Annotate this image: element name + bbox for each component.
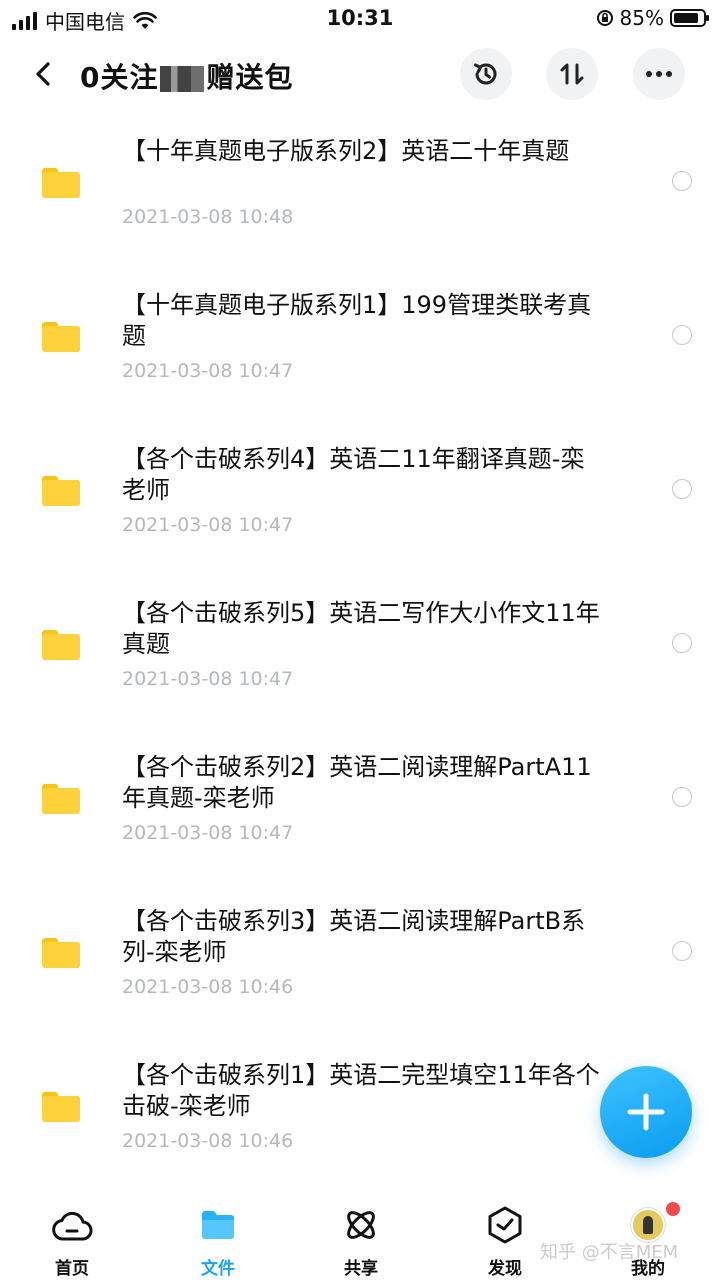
file-row[interactable]: 【十年真题电子版系列1】199管理类联考真题 2021-03-08 10:47 [0, 274, 720, 428]
file-row[interactable]: 【各个击破系列5】英语二写作大小作文11年真题 2021-03-08 10:47 [0, 582, 720, 736]
watermark: 知乎 @不言MEM [540, 1242, 679, 1263]
tab-label: 文件 [201, 1259, 235, 1279]
folder-icon [42, 322, 80, 352]
more-icon [646, 71, 672, 77]
add-button[interactable] [600, 1066, 692, 1158]
select-radio[interactable] [672, 633, 692, 653]
file-name: 【各个击破系列3】英语二阅读理解PartB系列-栾老师 [122, 907, 586, 966]
file-list: 【十年真题电子版系列2】英语二十年真题 2021-03-08 10:48 【十年… [0, 120, 720, 1198]
file-row[interactable]: 【各个击破系列2】英语二阅读理解PartA11年真题-栾老师 2021-03-0… [0, 736, 720, 890]
tab-files[interactable]: 文件 [168, 1206, 268, 1279]
file-name: 【各个击破系列5】英语二写作大小作文11年真题 [122, 599, 600, 658]
cloud-icon [52, 1211, 93, 1241]
history-icon [474, 63, 497, 85]
tab-label: 共享 [344, 1259, 378, 1279]
file-name: 【各个击破系列4】英语二11年翻译真题-栾老师 [122, 445, 585, 504]
select-radio[interactable] [672, 787, 692, 807]
battery-level [674, 13, 698, 23]
tab-label: 首页 [55, 1259, 89, 1279]
tab-home[interactable]: 首页 [22, 1206, 122, 1279]
file-date: 2021-03-08 10:47 [122, 514, 294, 536]
select-radio[interactable] [672, 171, 692, 191]
tab-share[interactable]: 共享 [311, 1206, 411, 1279]
plus-icon [627, 1093, 665, 1131]
file-date: 2021-03-08 10:47 [122, 822, 294, 844]
header: 0关注 赠送包 [0, 44, 720, 104]
discover-icon [488, 1206, 522, 1244]
folder-icon [42, 168, 80, 198]
title-suffix: 赠送包 [206, 61, 294, 94]
sort-icon [560, 63, 584, 85]
folder-icon [42, 630, 80, 660]
folder-icon [42, 938, 80, 968]
folder-icon [42, 1092, 80, 1122]
back-icon[interactable] [30, 58, 58, 90]
file-row[interactable]: 【各个击破系列3】英语二阅读理解PartB系列-栾老师 2021-03-08 1… [0, 890, 720, 1044]
file-date: 2021-03-08 10:46 [122, 1130, 294, 1152]
file-date: 2021-03-08 10:46 [122, 976, 294, 998]
file-date: 2021-03-08 10:48 [122, 206, 294, 228]
status-right: 85% [596, 6, 709, 30]
file-name: 【十年真题电子版系列2】英语二十年真题 [122, 137, 570, 165]
file-name: 【各个击破系列1】英语二完型填空11年各个击破-栾老师 [122, 1061, 600, 1120]
page-title: 0关注 赠送包 [80, 56, 294, 96]
notification-badge [666, 1202, 680, 1216]
folder-icon [202, 1211, 234, 1239]
folder-icon [42, 784, 80, 814]
select-radio[interactable] [672, 479, 692, 499]
file-row[interactable]: 【十年真题电子版系列2】英语二十年真题 2021-03-08 10:48 [0, 120, 720, 274]
select-radio[interactable] [672, 941, 692, 961]
atom-icon [347, 1211, 375, 1239]
file-name: 【十年真题电子版系列1】199管理类联考真题 [122, 291, 592, 350]
file-row[interactable]: 【各个击破系列4】英语二11年翻译真题-栾老师 2021-03-08 10:47 [0, 428, 720, 582]
file-date: 2021-03-08 10:47 [122, 668, 294, 690]
folder-icon [42, 476, 80, 506]
more-button[interactable] [633, 48, 685, 100]
sort-button[interactable] [546, 48, 598, 100]
redacted-mask [160, 66, 205, 92]
status-bar: 中国电信 10:31 85% [0, 0, 720, 38]
title-prefix: 0关注 [80, 61, 159, 94]
rotation-lock-icon [596, 10, 613, 26]
battery-percent: 85% [619, 6, 664, 30]
avatar-icon [631, 1208, 665, 1242]
select-radio[interactable] [672, 325, 692, 345]
history-button[interactable] [460, 48, 512, 100]
file-name: 【各个击破系列2】英语二阅读理解PartA11年真题-栾老师 [122, 753, 592, 812]
file-date: 2021-03-08 10:47 [122, 360, 294, 382]
battery-icon [670, 9, 709, 27]
